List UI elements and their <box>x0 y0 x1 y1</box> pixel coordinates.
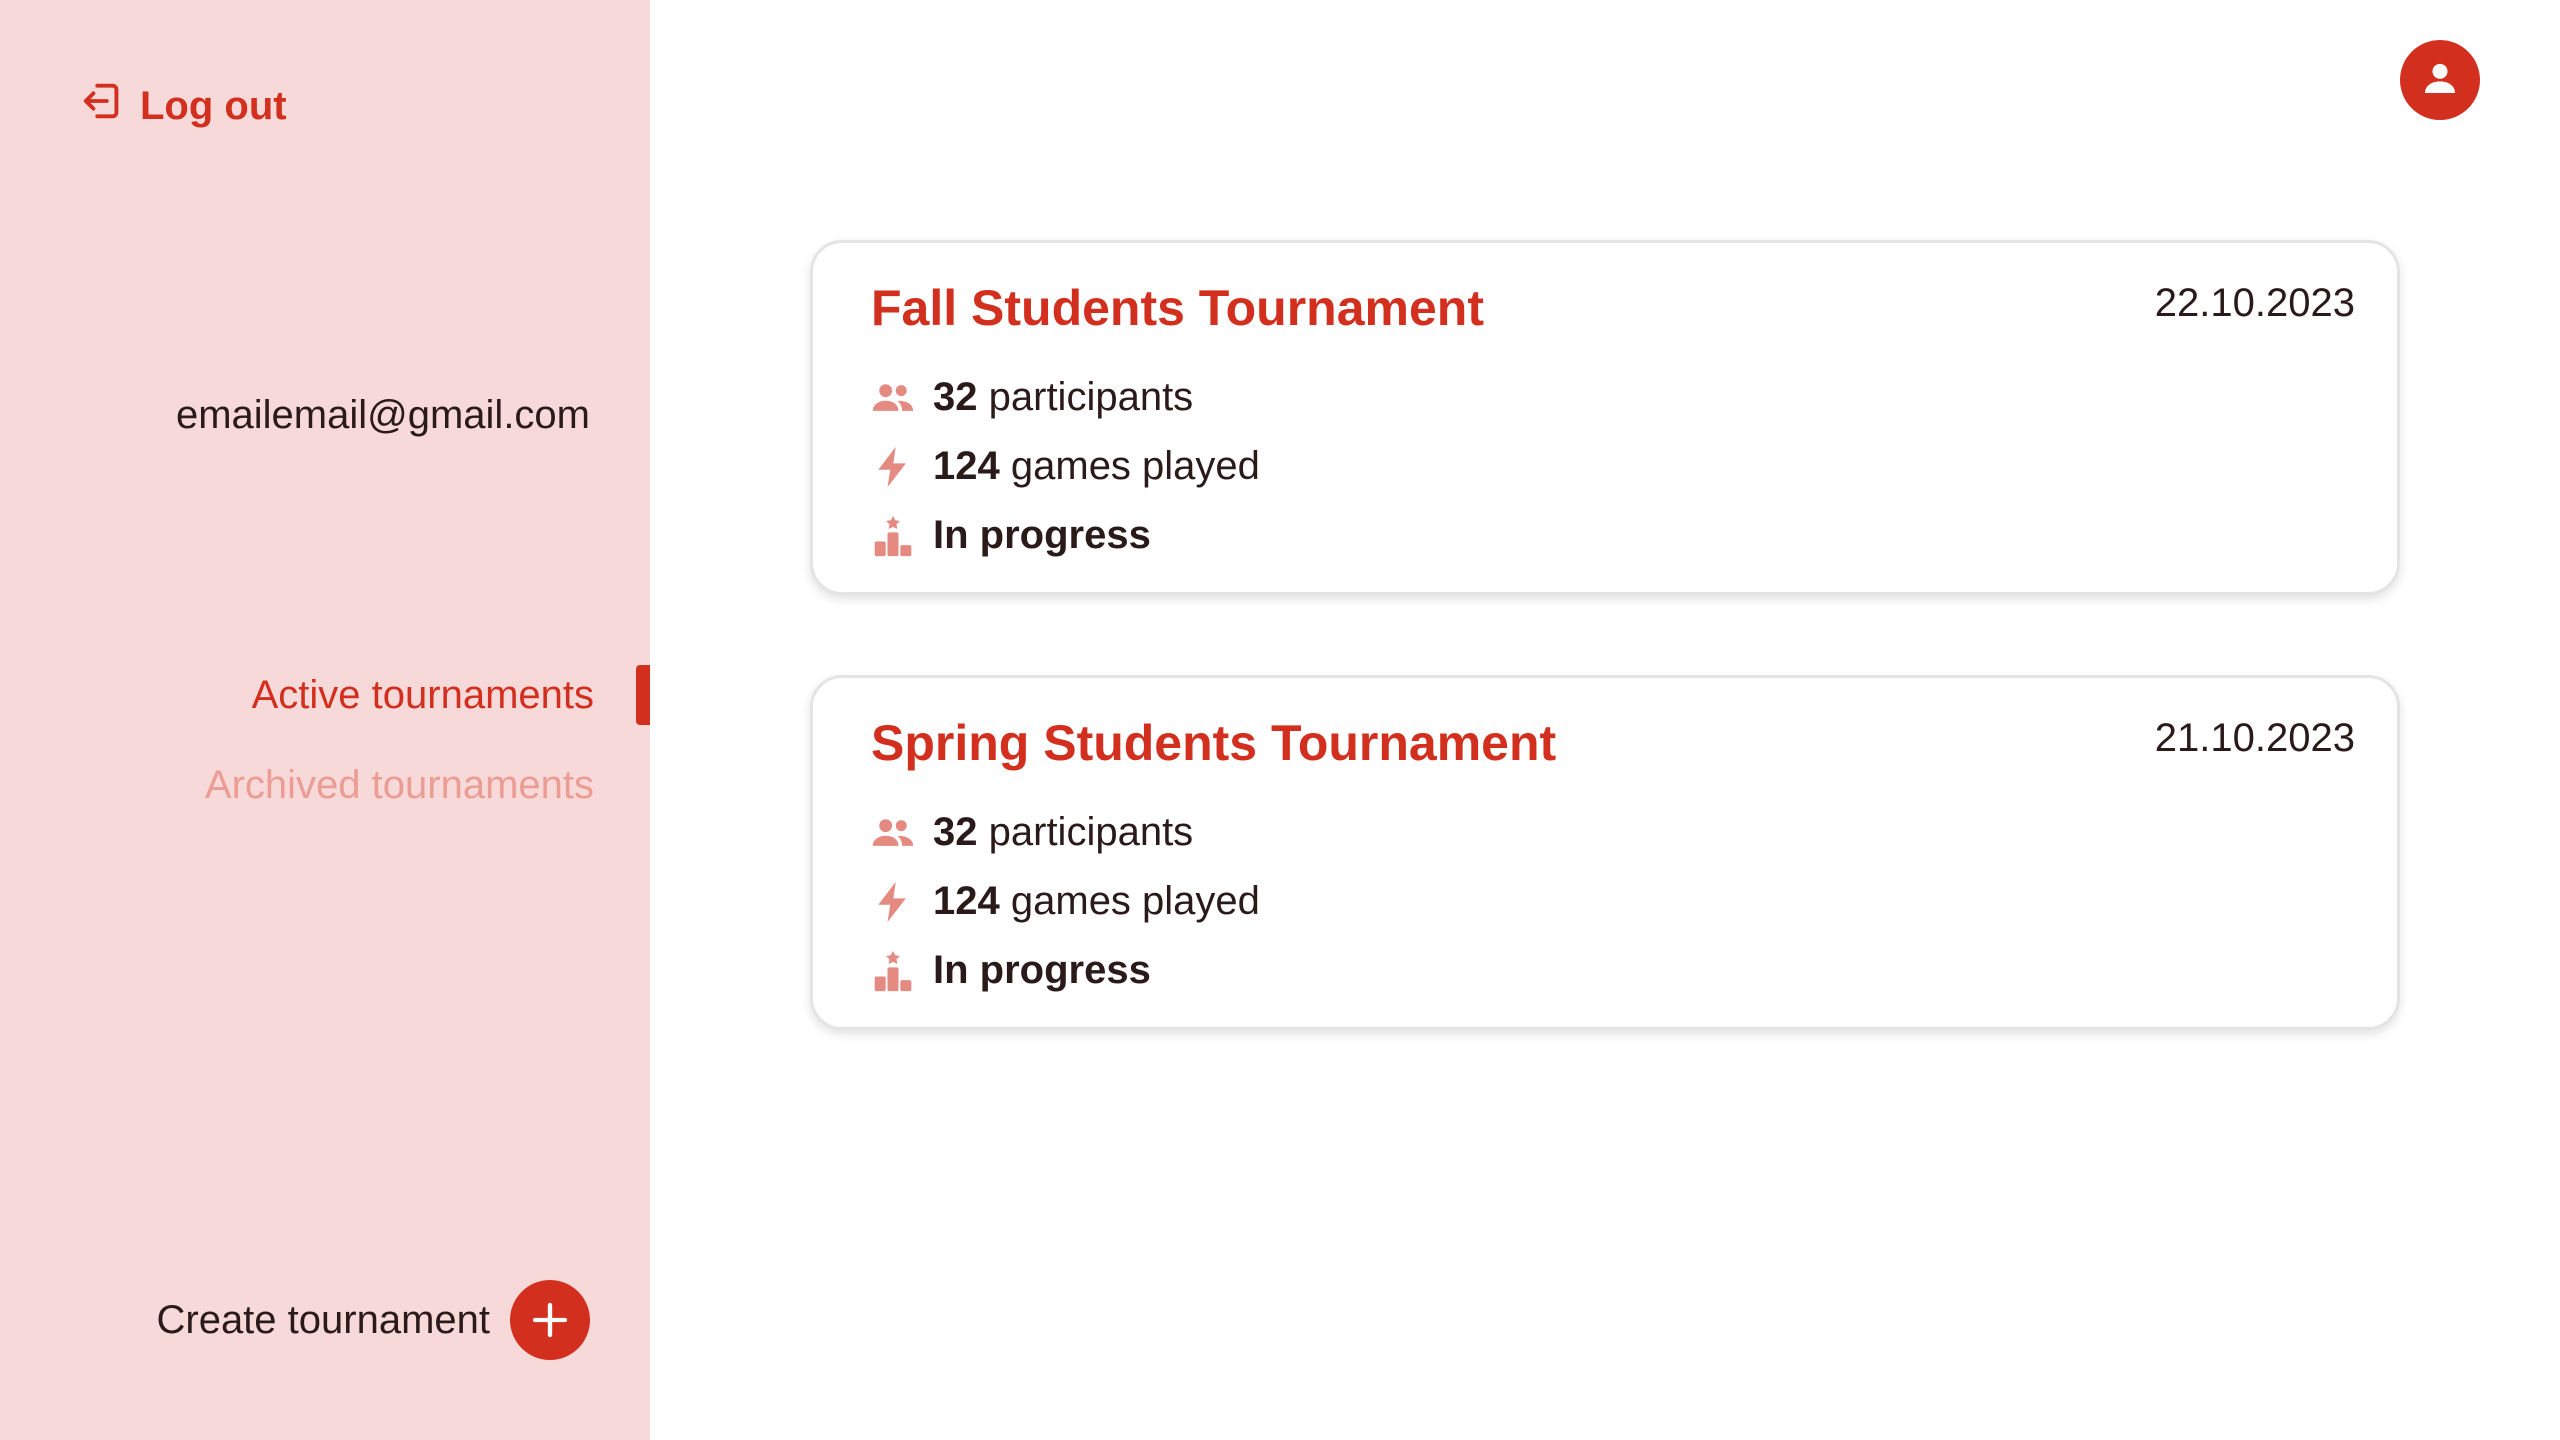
create-tournament-label: Create tournament <box>156 1297 490 1342</box>
status-stat: In progress <box>871 948 1151 993</box>
tournament-date: 22.10.2023 <box>2154 281 2355 325</box>
games-text: 124 games played <box>933 444 1260 489</box>
tournament-card[interactable]: Fall Students Tournament 22.10.2023 32 p… <box>810 240 2400 595</box>
app: Log out emailemail@gmail.com Active tour… <box>0 0 2560 1440</box>
tournament-card[interactable]: Spring Students Tournament 21.10.2023 32… <box>810 675 2400 1030</box>
participants-text: 32 participants <box>933 810 1193 855</box>
participants-stat: 32 participants <box>871 810 1193 855</box>
nav-item-active-tournaments[interactable]: Active tournaments <box>0 650 650 740</box>
active-nav-indicator <box>636 665 650 725</box>
participants-text: 32 participants <box>933 375 1193 420</box>
nav-item-archived-tournaments[interactable]: Archived tournaments <box>0 740 650 830</box>
games-label: games played <box>1010 879 1260 923</box>
people-icon <box>871 376 915 420</box>
participants-label: participants <box>988 810 1194 854</box>
user-icon <box>2420 58 2460 103</box>
participants-label: participants <box>988 375 1194 419</box>
games-count: 124 <box>933 879 1000 923</box>
nav-item-label: Active tournaments <box>251 672 594 717</box>
user-email: emailemail@gmail.com <box>175 393 590 437</box>
logout-icon <box>80 78 126 134</box>
games-text: 124 games played <box>933 879 1260 924</box>
participants-count: 32 <box>933 375 978 419</box>
nav-item-label: Archived tournaments <box>204 762 594 807</box>
plus-icon[interactable] <box>510 1280 590 1360</box>
participants-count: 32 <box>933 810 978 854</box>
participants-stat: 32 participants <box>871 375 1193 420</box>
create-tournament-button[interactable]: Create tournament <box>156 1280 590 1360</box>
tournament-title: Spring Students Tournament <box>871 715 1557 771</box>
games-stat: 124 games played <box>871 879 1260 924</box>
status-text: In progress <box>933 513 1151 557</box>
podium-icon <box>871 514 915 558</box>
games-label: games played <box>1010 444 1260 488</box>
games-count: 124 <box>933 444 1000 488</box>
lightning-icon <box>871 445 915 489</box>
lightning-icon <box>871 880 915 924</box>
status-stat: In progress <box>871 513 1151 558</box>
podium-icon <box>871 949 915 993</box>
user-avatar-button[interactable] <box>2400 40 2480 120</box>
tournament-nav: Active tournaments Archived tournaments <box>0 650 650 830</box>
people-icon <box>871 811 915 855</box>
tournament-date: 21.10.2023 <box>2154 716 2355 760</box>
status-text: In progress <box>933 948 1151 992</box>
sidebar: Log out emailemail@gmail.com Active tour… <box>0 0 650 1440</box>
tournament-title: Fall Students Tournament <box>871 280 1484 336</box>
games-stat: 124 games played <box>871 444 1260 489</box>
logout-button[interactable]: Log out <box>80 78 287 134</box>
logout-label: Log out <box>140 83 287 128</box>
